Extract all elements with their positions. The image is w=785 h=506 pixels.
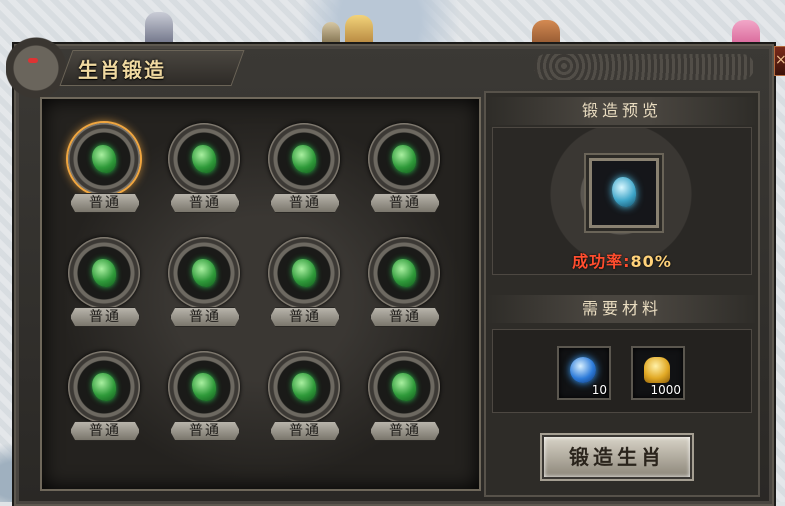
materials-heading: 需要材料 <box>486 295 758 323</box>
zodiac-slot[interactable]: 普通 <box>364 123 444 219</box>
slot-quality-label: 普通 <box>70 193 140 213</box>
preview-item-slot[interactable] <box>589 158 659 228</box>
zodiac-grid-panel: 普通 普通 普通 普通 普通 普通 普通 普通 普通 普通 普通 普通 <box>40 97 481 491</box>
forge-detail-panel: 锻造预览 成功率:80% 需要材料 10 1000 锻造生肖 <box>484 91 760 497</box>
material-count: 1000 <box>650 383 681 397</box>
forged-zodiac-icon <box>612 177 636 207</box>
jade-zodiac-icon <box>392 145 416 173</box>
blue-gem-icon <box>570 357 596 383</box>
jade-zodiac-icon <box>292 259 316 287</box>
slot-quality-label: 普通 <box>70 421 140 441</box>
zodiac-slot[interactable]: 普通 <box>164 237 244 333</box>
jade-zodiac-icon <box>292 373 316 401</box>
zodiac-slot[interactable]: 普通 <box>364 237 444 333</box>
zodiac-slot[interactable]: 普通 <box>264 237 344 333</box>
jade-zodiac-icon <box>192 373 216 401</box>
zodiac-slot[interactable]: 普通 <box>164 351 244 447</box>
jade-zodiac-icon <box>92 259 116 287</box>
zodiac-slot[interactable]: 普通 <box>264 351 344 447</box>
material-slot[interactable]: 1000 <box>631 346 685 400</box>
gold-ingot-icon <box>644 357 670 383</box>
zodiac-slot[interactable]: 普通 <box>64 237 144 333</box>
success-rate-label: 成功率: <box>572 252 631 271</box>
slot-quality-label: 普通 <box>270 421 340 441</box>
jade-zodiac-icon <box>292 145 316 173</box>
zodiac-slot[interactable]: 普通 <box>264 123 344 219</box>
slot-quality-label: 普通 <box>270 193 340 213</box>
material-slot[interactable]: 10 <box>557 346 611 400</box>
success-rate: 成功率:80% <box>493 248 751 272</box>
preview-area: 成功率:80% <box>492 127 752 275</box>
dragon-border-ornament <box>534 54 754 80</box>
slot-quality-label: 普通 <box>170 307 240 327</box>
slot-quality-label: 普通 <box>170 421 240 441</box>
zodiac-slot[interactable]: 普通 <box>64 123 144 219</box>
material-count: 10 <box>591 383 607 397</box>
close-button[interactable]: × <box>774 46 785 76</box>
zodiac-slot[interactable]: 普通 <box>364 351 444 447</box>
materials-area: 10 1000 <box>492 329 752 413</box>
jade-zodiac-icon <box>92 373 116 401</box>
slot-quality-label: 普通 <box>170 193 240 213</box>
jade-zodiac-icon <box>192 145 216 173</box>
zodiac-slot[interactable]: 普通 <box>164 123 244 219</box>
jade-zodiac-icon <box>392 373 416 401</box>
preview-heading: 锻造预览 <box>486 97 758 125</box>
slot-quality-label: 普通 <box>70 307 140 327</box>
slot-quality-label: 普通 <box>370 421 440 441</box>
jade-zodiac-icon <box>392 259 416 287</box>
zodiac-slot[interactable]: 普通 <box>64 351 144 447</box>
jade-zodiac-icon <box>192 259 216 287</box>
success-rate-value: 80% <box>630 252 672 271</box>
npc-character[interactable] <box>322 22 340 46</box>
slot-quality-label: 普通 <box>270 307 340 327</box>
jade-zodiac-icon <box>92 145 116 173</box>
forge-zodiac-button[interactable]: 锻造生肖 <box>542 435 692 479</box>
window-title: 生肖锻造 <box>78 58 166 82</box>
slot-quality-label: 普通 <box>370 307 440 327</box>
slot-quality-label: 普通 <box>370 193 440 213</box>
